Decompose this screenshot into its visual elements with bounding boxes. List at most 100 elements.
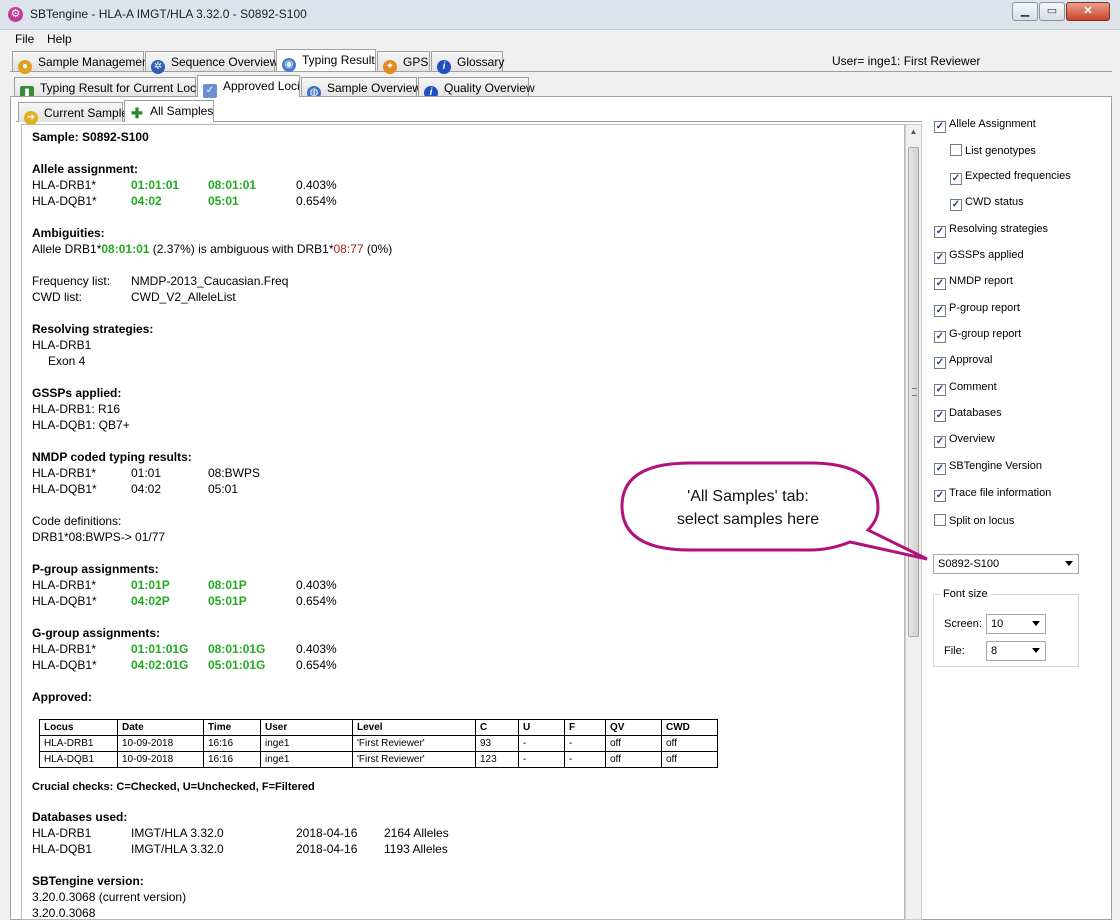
allele-locus: HLA-DRB1* xyxy=(32,178,97,192)
checkbox-icon[interactable]: ✓ xyxy=(934,490,946,502)
title-bar: ⚙ SBTengine - HLA-A IMGT/HLA 3.32.0 - S0… xyxy=(0,0,1120,30)
option-expected-frequencies[interactable]: ✓ Expected frequencies xyxy=(950,170,1071,185)
tab-sample-overview[interactable]: ◍ Sample Overview xyxy=(301,77,421,100)
checkbox-icon[interactable]: ✓ xyxy=(934,331,946,343)
ambiguity-prefix: Allele DRB1* xyxy=(32,242,102,256)
table-cell: inge1 xyxy=(260,751,353,768)
checkbox-icon[interactable]: ✓ xyxy=(934,410,946,422)
tab-quality-overview[interactable]: i Quality Overview xyxy=(418,77,535,100)
table-cell: 'First Reviewer' xyxy=(352,735,476,752)
option-comment[interactable]: ✓ Comment xyxy=(934,381,997,396)
version-line: 3.20.0.3068 xyxy=(32,906,96,920)
option-gssps-applied[interactable]: ✓ GSSPs applied xyxy=(934,249,1024,264)
column-header: C xyxy=(475,719,519,736)
option-resolving-strategies[interactable]: ✓ Resolving strategies xyxy=(934,223,1048,238)
option-label: CWD status xyxy=(965,196,1024,208)
ggroup-allele-1: 04:02:01G xyxy=(131,658,189,672)
database-locus: HLA-DRB1 xyxy=(32,826,92,840)
checkbox-icon[interactable]: ✓ xyxy=(934,436,946,448)
callout-text: 'All Samples' tab: select samples here xyxy=(630,485,866,531)
maximize-button[interactable]: ▭ xyxy=(1039,2,1065,21)
option-label: Expected frequencies xyxy=(965,170,1071,182)
gssp-heading: GSSPs applied: xyxy=(32,386,122,400)
option-label: SBTengine Version xyxy=(949,460,1042,472)
option-list-genotypes[interactable]: List genotypes xyxy=(950,144,1036,157)
table-cell: 'First Reviewer' xyxy=(352,751,476,768)
resolving-locus: HLA-DRB1 xyxy=(32,338,92,352)
window-title: SBTengine - HLA-A IMGT/HLA 3.32.0 - S089… xyxy=(30,7,307,21)
tab-all-samples[interactable]: ✚ All Samples xyxy=(124,100,214,122)
tab-typing-result-current-locus[interactable]: ▮ Typing Result for Current Locus xyxy=(14,77,209,100)
checkbox-icon[interactable]: ✓ xyxy=(934,384,946,396)
option-nmdp-report[interactable]: ✓ NMDP report xyxy=(934,275,1013,290)
checkbox-icon[interactable]: ✓ xyxy=(934,278,946,290)
ggroup-allele-2: 08:01:01G xyxy=(208,642,266,656)
allele-heading: Allele assignment: xyxy=(32,162,139,176)
minimize-button[interactable]: ▁ xyxy=(1012,2,1038,21)
checkbox-icon[interactable]: ✓ xyxy=(934,463,946,475)
option-p-group-report[interactable]: ✓ P-group report xyxy=(934,302,1020,317)
tab-label: Typing Result xyxy=(302,53,375,67)
option-overview[interactable]: ✓ Overview xyxy=(934,433,995,448)
checkbox-icon[interactable]: ✓ xyxy=(950,199,962,211)
checkbox-icon[interactable]: ✓ xyxy=(950,173,962,185)
checkbox-icon[interactable] xyxy=(950,144,962,156)
option-approval[interactable]: ✓ Approval xyxy=(934,354,992,369)
tab-current-sample[interactable]: ➜ Current Sample xyxy=(18,102,128,125)
screen-font-select[interactable]: 10 xyxy=(986,614,1046,634)
approved-table: Locus Date Time User Level C U F QV CWD … xyxy=(39,719,718,768)
close-button[interactable]: ✕ xyxy=(1066,2,1110,21)
checkbox-icon[interactable]: ✓ xyxy=(934,121,946,133)
table-cell: - xyxy=(564,735,606,752)
option-g-group-report[interactable]: ✓ G-group report xyxy=(934,328,1021,343)
column-header: QV xyxy=(605,719,662,736)
database-locus: HLA-DQB1 xyxy=(32,842,93,856)
option-trace-file-information[interactable]: ✓ Trace file information xyxy=(934,487,1051,502)
checkbox-icon[interactable]: ✓ xyxy=(934,252,946,264)
checkbox-icon[interactable]: ✓ xyxy=(934,305,946,317)
crucial-checks-note: Crucial checks: C=Checked, U=Unchecked, … xyxy=(32,781,315,793)
tab-glossary[interactable]: i Glossary xyxy=(431,51,505,74)
option-databases[interactable]: ✓ Databases xyxy=(934,407,1002,422)
version-line: 3.20.0.3068 (current version) xyxy=(32,890,187,904)
scroll-up-icon[interactable]: ▲ xyxy=(906,127,921,141)
report-scrollbar[interactable]: ▲ xyxy=(905,124,922,920)
app-logo-icon: ⚙ xyxy=(8,7,23,22)
table-cell: inge1 xyxy=(260,735,353,752)
option-cwd-status[interactable]: ✓ CWD status xyxy=(950,196,1024,211)
ambiguity-other-allele: 08:77 xyxy=(333,242,364,256)
sample-select[interactable]: S0892-S100 xyxy=(933,554,1079,574)
tab-label: Current Sample xyxy=(44,106,129,120)
nmdp-heading: NMDP coded typing results: xyxy=(32,450,192,464)
option-sbtengine-version[interactable]: ✓ SBTengine Version xyxy=(934,460,1042,475)
menu-file[interactable]: File xyxy=(15,32,34,46)
menu-help[interactable]: Help xyxy=(47,32,72,46)
scroll-thumb[interactable] xyxy=(908,147,919,637)
tab-label: Sample Overview xyxy=(327,81,422,95)
chevron-down-icon xyxy=(1032,648,1040,653)
database-date: 2018-04-16 xyxy=(296,826,358,840)
option-allele-assignment[interactable]: ✓ Allele Assignment xyxy=(934,118,1036,133)
table-cell: 16:16 xyxy=(203,751,261,768)
tab-label: All Samples xyxy=(150,104,214,118)
table-cell: off xyxy=(605,735,662,752)
tab-sequence-overview[interactable]: ✲ Sequence Overview xyxy=(145,51,278,74)
tab-label: Sample Management xyxy=(38,55,153,69)
tab-approved-loci[interactable]: ✓ Approved Loci xyxy=(197,75,300,98)
tab-sample-management[interactable]: ● Sample Management xyxy=(12,51,152,74)
cwd-list-value: CWD_V2_AlleleList xyxy=(131,290,236,304)
checkbox-icon[interactable]: ✓ xyxy=(934,226,946,238)
option-split-on-locus[interactable]: Split on locus xyxy=(934,514,1014,527)
tab-typing-result[interactable]: ◉ Typing Result xyxy=(276,49,376,72)
tab-gps[interactable]: ✦ GPS xyxy=(377,51,430,74)
checkbox-icon[interactable] xyxy=(934,514,946,526)
callout-line-2: select samples here xyxy=(676,511,820,528)
arrow-icon: ➜ xyxy=(24,111,38,125)
option-label: Approval xyxy=(949,354,993,366)
checkbox-icon[interactable]: ✓ xyxy=(934,357,946,369)
file-font-select[interactable]: 8 xyxy=(986,641,1046,661)
column-header: Time xyxy=(203,719,261,736)
tab-label: Glossary xyxy=(457,55,505,69)
column-header: Level xyxy=(352,719,476,736)
table-cell: - xyxy=(518,751,565,768)
